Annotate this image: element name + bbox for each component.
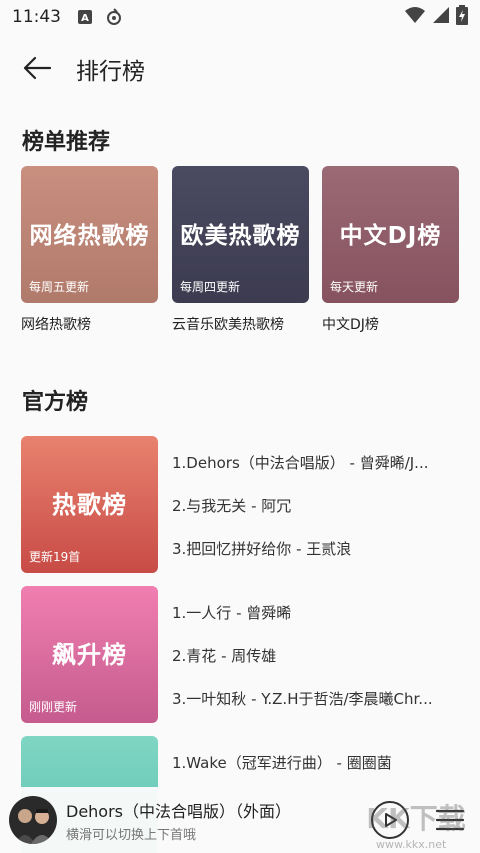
svg-text:A: A — [81, 13, 89, 24]
album-avatar[interactable] — [9, 796, 57, 844]
track-item[interactable]: 1.Dehors（中法合唱版） - 曾舜晞/J... — [172, 452, 461, 473]
recommend-row: 网络热歌榜 每周五更新 网络热歌榜 欧美热歌榜 每周四更新 云音乐欧美热歌榜 中… — [21, 166, 461, 336]
recommend-name: 云音乐欧美热歌榜 — [172, 317, 284, 333]
recommend-card[interactable]: 网络热歌榜 每周五更新 网络热歌榜 — [21, 166, 158, 334]
recommend-cover[interactable]: 中文DJ榜 每天更新 — [322, 166, 459, 303]
status-bar: 11:43 A — [0, 0, 480, 34]
track-item[interactable]: 2.与我无关 - 阿冗 — [172, 495, 461, 516]
swipe-hint: 横滑可以切换上下首哦 — [66, 828, 197, 843]
now-playing-title: Dehors（中法合唱版）（外面） — [66, 802, 292, 821]
recommend-cover[interactable]: 网络热歌榜 每周五更新 — [21, 166, 158, 303]
track-item[interactable]: 1.一人行 - 曾舜晞 — [172, 602, 461, 623]
cover-update-text: 更新19首 — [29, 550, 81, 564]
official-chart-item[interactable]: 热歌榜 更新19首 1.Dehors（中法合唱版） - 曾舜晞/J... 2.与… — [21, 436, 461, 573]
battery-icon — [456, 5, 468, 29]
cover-title: 飙升榜 — [52, 641, 127, 669]
track-item[interactable]: 1.Wake（冠军进行曲） - 圈圈菌 — [172, 752, 461, 773]
cover-title: 网络热歌榜 — [29, 222, 150, 249]
mini-player[interactable]: Dehors（中法合唱版）（外面） 横滑可以切换上下首哦 — [0, 787, 480, 853]
playlist-button[interactable] — [435, 807, 465, 833]
recommend-card[interactable]: 欧美热歌榜 每周四更新 云音乐欧美热歌榜 — [172, 166, 309, 334]
official-chart-item[interactable]: 飙升榜 刚刚更新 1.一人行 - 曾舜晞 2.青花 - 周传雄 3.一叶知秋 -… — [21, 586, 461, 723]
section-title-recommend: 榜单推荐 — [22, 130, 111, 155]
status-time: 11:43 — [12, 7, 61, 27]
wifi-icon — [404, 6, 426, 28]
recommend-cover[interactable]: 欧美热歌榜 每周四更新 — [172, 166, 309, 303]
cover-update-text: 每周四更新 — [180, 280, 241, 294]
cover-update-text: 刚刚更新 — [29, 700, 78, 714]
cover-update-text: 每周五更新 — [29, 280, 90, 294]
arrow-left-icon — [23, 56, 52, 80]
cover-title: 热歌榜 — [52, 491, 127, 519]
signal-icon — [432, 6, 450, 28]
official-cover[interactable]: 热歌榜 更新19首 — [21, 436, 158, 573]
play-icon — [385, 813, 397, 827]
keyboard-a-icon: A — [77, 9, 93, 25]
official-cover[interactable]: 飙升榜 刚刚更新 — [21, 586, 158, 723]
header: 排行榜 — [0, 40, 480, 94]
section-title-official: 官方榜 — [22, 390, 89, 415]
cover-title: 中文DJ榜 — [339, 222, 442, 249]
cover-update-text: 每天更新 — [330, 280, 379, 294]
page-title: 排行榜 — [76, 59, 145, 85]
recommend-name: 中文DJ榜 — [322, 317, 379, 333]
back-button[interactable] — [20, 54, 54, 82]
play-button[interactable] — [371, 801, 409, 839]
track-item[interactable]: 3.一叶知秋 - Y.Z.H于哲浩/李晨曦Chr... — [172, 688, 461, 709]
netease-notification-icon — [105, 8, 123, 26]
recommend-card[interactable]: 中文DJ榜 每天更新 中文DJ榜 — [322, 166, 459, 334]
cover-title: 欧美热歌榜 — [180, 222, 301, 249]
track-item[interactable]: 3.把回忆拼好给你 - 王贰浪 — [172, 538, 461, 559]
recommend-name: 网络热歌榜 — [21, 317, 91, 333]
playlist-icon — [435, 809, 465, 831]
track-item[interactable]: 2.青花 - 周传雄 — [172, 645, 461, 666]
